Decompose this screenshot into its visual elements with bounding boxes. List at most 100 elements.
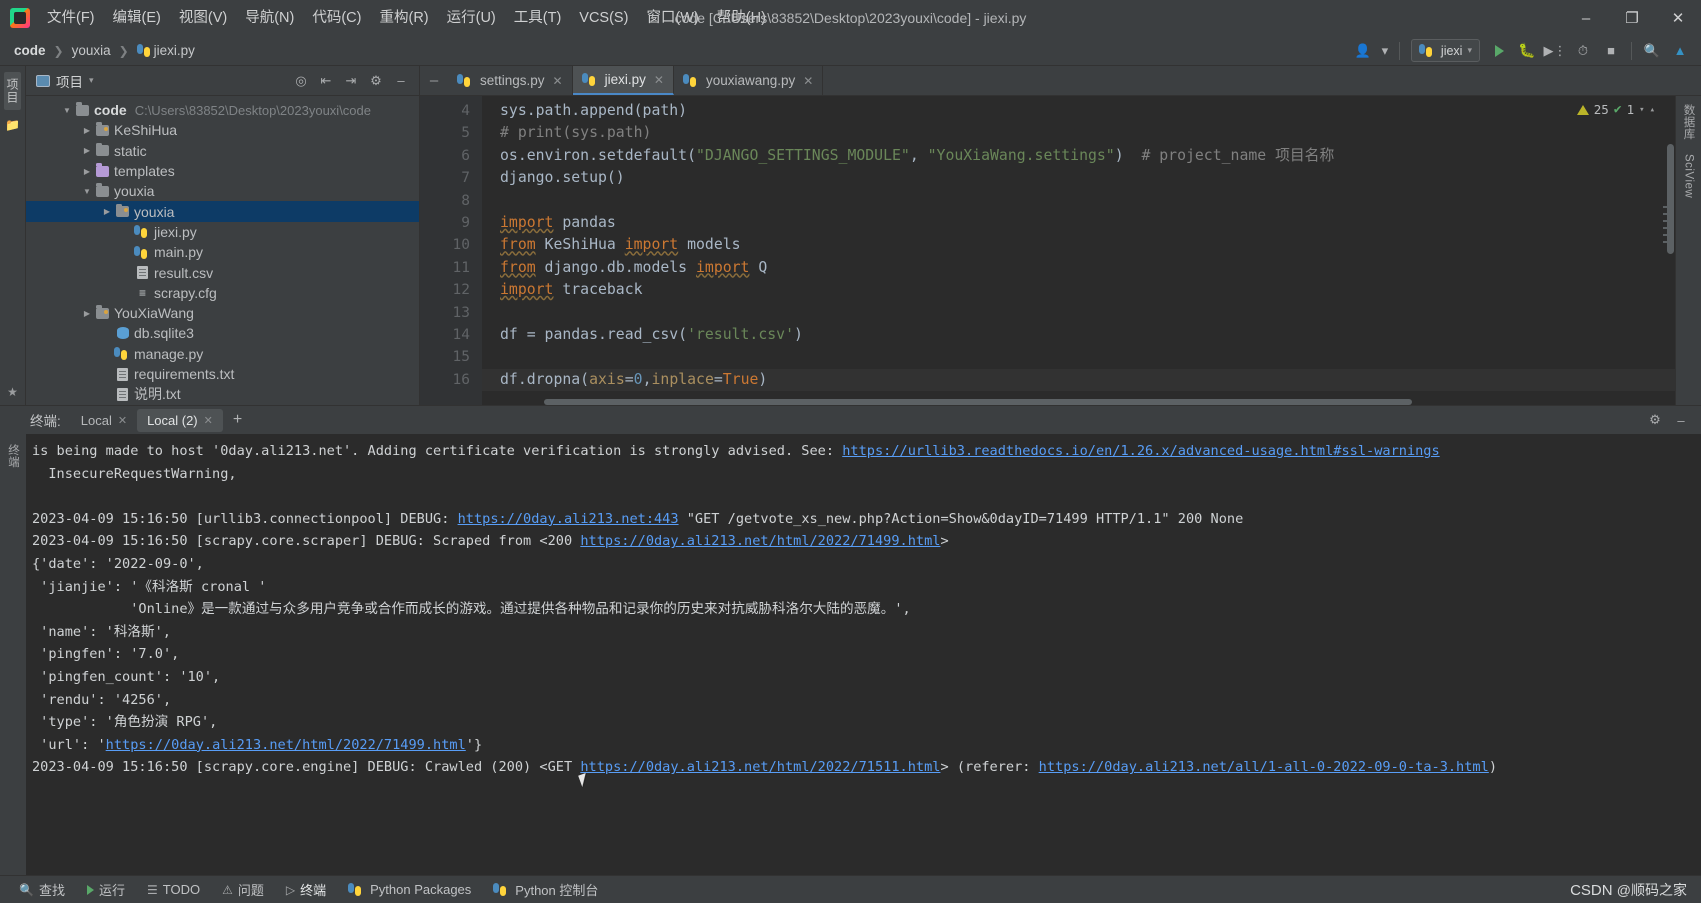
menu-vcs[interactable]: VCS(S) xyxy=(570,0,637,36)
terminal-link[interactable]: https://0day.ali213.net/all/1-all-0-2022… xyxy=(1039,759,1489,775)
menu-navigate[interactable]: 导航(N) xyxy=(236,0,303,36)
menu-run[interactable]: 运行(U) xyxy=(438,0,505,36)
debug-button[interactable]: 🐛 xyxy=(1514,39,1540,63)
user-avatar-icon[interactable]: 👤 xyxy=(1350,39,1376,63)
menu-tools[interactable]: 工具(T) xyxy=(505,0,571,36)
gear-icon[interactable]: ⚙ xyxy=(1643,408,1667,432)
menu-file[interactable]: 文件(F) xyxy=(38,0,104,36)
code-line[interactable]: os.environ.setdefault("DJANGO_SETTINGS_M… xyxy=(482,145,1675,167)
tree-node[interactable]: ▶main.py xyxy=(26,242,419,262)
terminal-output[interactable]: is being made to host '0day.ali213.net'.… xyxy=(26,434,1701,875)
gear-icon[interactable]: ⚙ xyxy=(364,69,388,93)
terminal-tab-local[interactable]: Local ✕ xyxy=(71,409,137,432)
structure-icon[interactable]: 📁 xyxy=(5,118,20,132)
menu-refactor[interactable]: 重构(R) xyxy=(370,0,437,36)
terminal-link[interactable]: https://0day.ali213.net/html/2022/71511.… xyxy=(580,759,940,775)
code-line[interactable] xyxy=(482,346,1675,368)
status-run[interactable]: 运行 xyxy=(76,876,136,903)
status-todo[interactable]: ☰ TODO xyxy=(136,876,211,903)
maximize-button[interactable]: ❐ xyxy=(1609,0,1655,36)
chevron-up-icon[interactable]: ▴ xyxy=(1650,105,1655,115)
tree-node[interactable]: ▶说明.txt xyxy=(26,384,419,404)
hide-tabs-icon[interactable]: – xyxy=(420,66,448,95)
code-line[interactable]: from django.db.models import Q xyxy=(482,257,1675,279)
expand-all-icon[interactable]: ⇤ xyxy=(314,69,338,93)
close-icon[interactable]: ✕ xyxy=(204,414,213,427)
status-terminal[interactable]: ▷ 终端 xyxy=(275,876,337,903)
tree-node[interactable]: ▶≡scrapy.cfg xyxy=(26,283,419,303)
tree-node[interactable]: ▶ youxia xyxy=(26,201,419,222)
breadcrumb-root[interactable]: code xyxy=(10,41,50,60)
inspection-widget[interactable]: 25 ✔ 1 ▾ ▴ xyxy=(1576,102,1655,117)
profile-button[interactable]: ⏱ xyxy=(1570,39,1596,63)
status-find[interactable]: 🔍 查找 xyxy=(8,876,76,903)
tree-node[interactable]: ▶ templates xyxy=(26,161,419,181)
code-line[interactable]: df.dropna(axis=0,inplace=True) xyxy=(482,368,1675,392)
chevron-down-icon[interactable]: ▾ xyxy=(1378,39,1392,63)
tree-node[interactable]: ▶ static xyxy=(26,141,419,161)
run-button[interactable] xyxy=(1486,39,1512,63)
chevron-right-icon[interactable]: ▶ xyxy=(80,167,94,176)
chevron-right-icon[interactable]: ▶ xyxy=(80,309,94,318)
terminal-link[interactable]: https://urllib3.readthedocs.io/en/1.26.x… xyxy=(842,443,1439,459)
terminal-link[interactable]: https://0day.ali213.net/html/2022/71499.… xyxy=(580,533,940,549)
close-icon[interactable]: ✕ xyxy=(553,74,563,88)
menu-code[interactable]: 代码(C) xyxy=(303,0,370,36)
status-python-console[interactable]: Python 控制台 xyxy=(482,876,609,903)
updates-icon[interactable]: ▲ xyxy=(1667,39,1693,63)
tree-node[interactable]: ▶ KeShiHua xyxy=(26,120,419,140)
chevron-down-icon[interactable]: ▼ xyxy=(60,106,74,115)
minimize-button[interactable]: – xyxy=(1563,0,1609,36)
hide-panel-icon[interactable]: – xyxy=(389,69,413,93)
tab-jiexi-py[interactable]: jiexi.py ✕ xyxy=(572,66,674,95)
code-line[interactable]: import pandas xyxy=(482,212,1675,234)
tree-node[interactable]: ▼ code C:\Users\83852\Desktop\2023youxi\co… xyxy=(26,100,419,120)
run-configuration-selector[interactable]: jiexi ▾ xyxy=(1410,39,1480,62)
code-line[interactable]: import traceback xyxy=(482,279,1675,301)
chevron-down-icon[interactable]: ▾ xyxy=(1639,105,1644,115)
tree-node[interactable]: ▶result.csv xyxy=(26,262,419,282)
menu-edit[interactable]: 编辑(E) xyxy=(104,0,170,36)
code-line[interactable] xyxy=(482,302,1675,324)
tree-node[interactable]: ▶jiexi.py xyxy=(26,222,419,242)
code-line[interactable]: django.setup() xyxy=(482,167,1675,189)
menu-help[interactable]: 帮助(H) xyxy=(708,0,775,36)
code-line[interactable]: sys.path.append(path) xyxy=(482,100,1675,122)
tree-node[interactable]: ▶requirements.txt xyxy=(26,364,419,384)
collapse-all-icon[interactable]: ⇥ xyxy=(339,69,363,93)
chevron-right-icon[interactable]: ▶ xyxy=(100,207,114,216)
chevron-right-icon[interactable]: ▶ xyxy=(80,146,94,155)
menu-view[interactable]: 视图(V) xyxy=(170,0,236,36)
close-icon[interactable]: ✕ xyxy=(654,73,664,87)
favorites-icon[interactable]: ★ xyxy=(7,385,18,399)
close-button[interactable]: ✕ xyxy=(1655,0,1701,36)
code-line[interactable]: # print(sys.path) xyxy=(482,122,1675,144)
close-icon[interactable]: ✕ xyxy=(803,74,813,88)
stop-button[interactable]: ■ xyxy=(1598,39,1624,63)
breadcrumb-file[interactable]: jiexi.py xyxy=(133,41,199,60)
code-line[interactable]: df = pandas.read_csv('result.csv') xyxy=(482,324,1675,346)
tree-node[interactable]: ▶ YouXiaWang xyxy=(26,303,419,323)
close-icon[interactable]: ✕ xyxy=(118,414,127,427)
breadcrumb-folder[interactable]: youxia xyxy=(68,41,115,60)
status-python-packages[interactable]: Python Packages xyxy=(337,876,482,903)
run-coverage-button[interactable]: ▶⋮ xyxy=(1542,39,1568,63)
editor-hscrollbar[interactable] xyxy=(544,399,1657,405)
terminal-tab-local-2[interactable]: Local (2) ✕ xyxy=(137,408,223,432)
terminal-link[interactable]: https://0day.ali213.net:443 xyxy=(458,511,679,527)
rail-database-label[interactable]: 数据库 xyxy=(1681,104,1697,140)
rail-project-label[interactable]: 项目 xyxy=(4,72,21,110)
project-panel-title[interactable]: 项目 ▾ xyxy=(36,71,94,91)
chevron-right-icon[interactable]: ▶ xyxy=(80,126,94,135)
tree-node[interactable]: ▶manage.py xyxy=(26,344,419,364)
rail-sciview-label[interactable]: SciView xyxy=(1683,154,1695,198)
code-line[interactable] xyxy=(482,190,1675,212)
tab-settings-py[interactable]: settings.py ✕ xyxy=(448,66,573,95)
status-problems[interactable]: ⚠ 问题 xyxy=(211,876,275,903)
new-terminal-tab-button[interactable]: + xyxy=(223,411,252,429)
code-line[interactable]: from KeShiHua import models xyxy=(482,234,1675,256)
code-content[interactable]: 25 ✔ 1 ▾ ▴ sys.path.append(path) # print(… xyxy=(482,96,1675,405)
tab-youxiawang-py[interactable]: youxiawang.py ✕ xyxy=(674,66,824,95)
locate-file-icon[interactable]: ◎ xyxy=(289,69,313,93)
hide-panel-icon[interactable]: – xyxy=(1669,408,1693,432)
